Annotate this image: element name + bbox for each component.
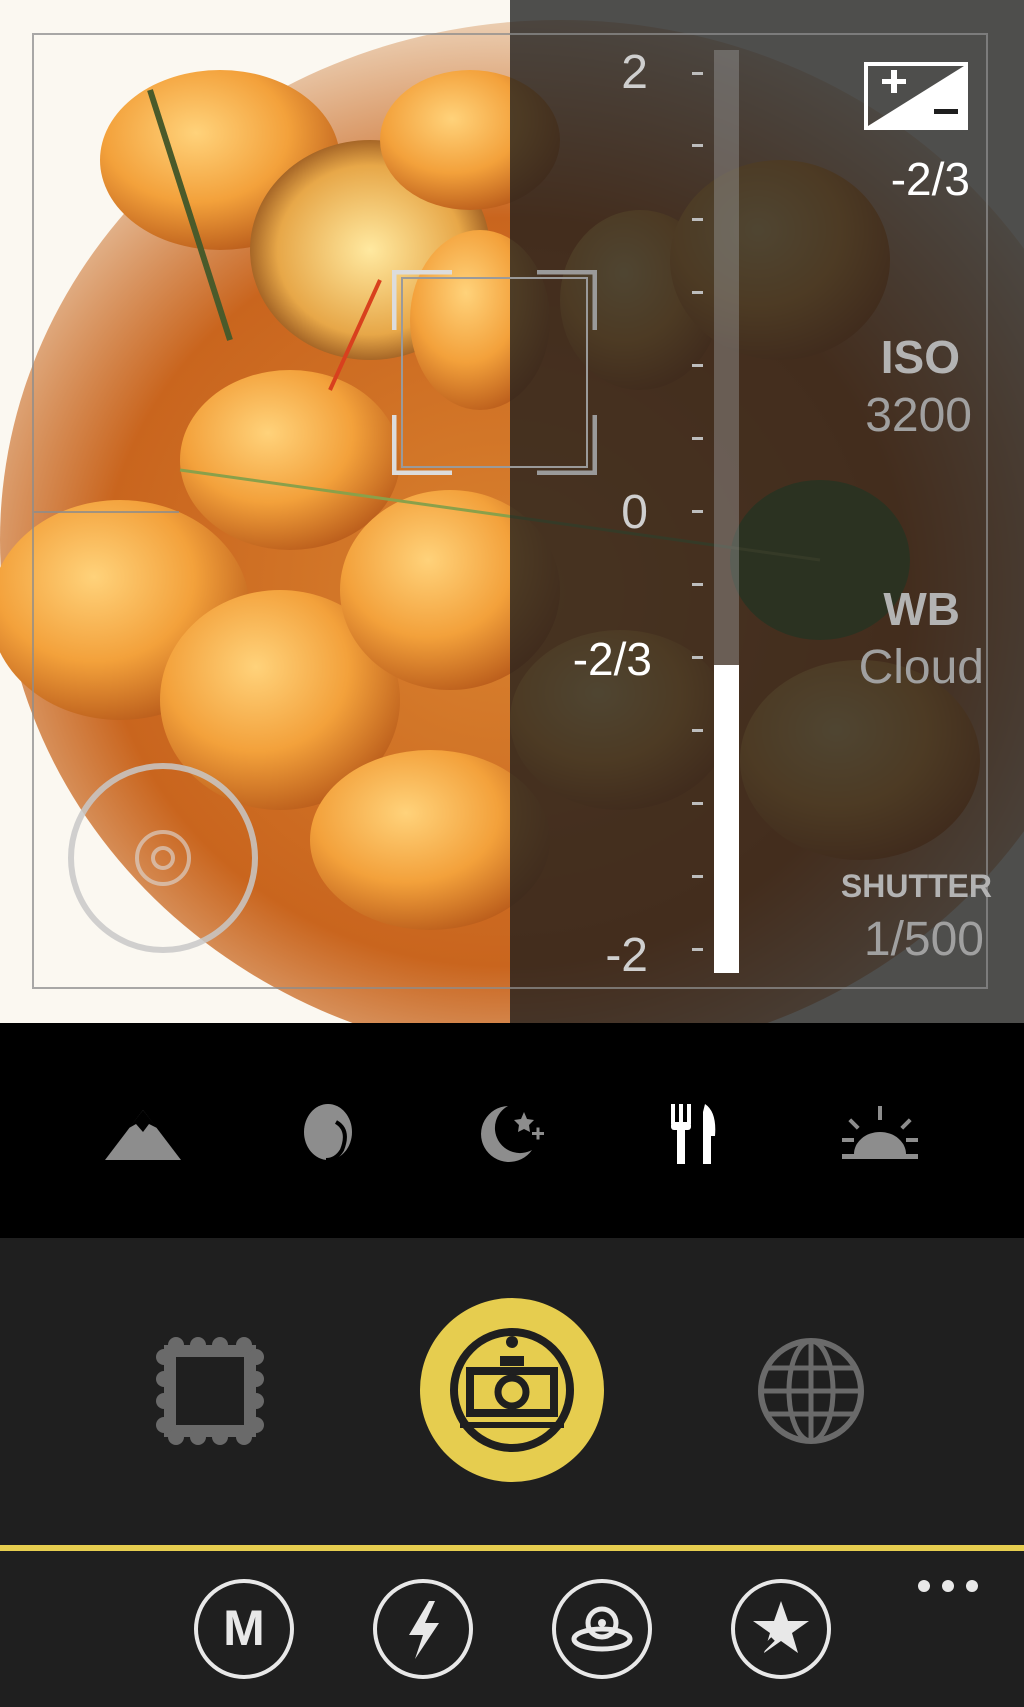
exposure-tick — [692, 144, 703, 147]
exposure-tick — [692, 729, 703, 732]
self-timer-icon — [571, 1606, 633, 1652]
food-fork-knife-icon[interactable] — [655, 1102, 735, 1166]
self-timer-button[interactable] — [552, 1579, 652, 1679]
shutter-speed-label[interactable]: SHUTTER — [772, 868, 992, 905]
manual-m-label: M — [223, 1600, 265, 1656]
effects-star-icon — [753, 1601, 809, 1657]
exposure-min-label: -2 — [605, 929, 648, 982]
exposure-slider-fill[interactable] — [714, 665, 739, 973]
shutter-speed-value[interactable]: 1/500 — [784, 912, 984, 967]
manual-m-icon: M — [223, 1600, 265, 1656]
focus-brackets[interactable] — [392, 270, 597, 475]
iso-label[interactable]: ISO — [800, 330, 960, 384]
white-balance-value[interactable]: Cloud — [784, 640, 984, 695]
exposure-tick — [692, 437, 703, 440]
manual-mode-button[interactable]: M — [194, 1579, 294, 1679]
exposure-tick — [692, 291, 703, 294]
on-screen-shutter-button[interactable] — [68, 763, 258, 953]
globe-icon[interactable] — [756, 1336, 866, 1446]
exposure-value[interactable]: -2/3 — [850, 152, 970, 206]
flash-icon — [409, 1601, 439, 1659]
frame-stamp-icon[interactable] — [156, 1337, 264, 1445]
exposure-tick — [692, 510, 703, 513]
exposure-tick — [692, 656, 703, 659]
exposure-tick — [692, 802, 703, 805]
exposure-tick — [692, 364, 703, 367]
exposure-tick — [692, 72, 703, 75]
portrait-icon[interactable] — [292, 1102, 372, 1166]
iso-value[interactable]: 3200 — [792, 388, 972, 443]
camera-icon — [450, 1328, 574, 1452]
flash-button[interactable] — [373, 1579, 473, 1679]
night-moon-stars-icon[interactable] — [470, 1102, 550, 1166]
white-balance-label[interactable]: WB — [800, 582, 960, 636]
exposure-max-label: 2 — [621, 46, 648, 99]
camera-icon — [135, 830, 191, 886]
effects-button[interactable] — [731, 1579, 831, 1679]
mountain-landscape-icon[interactable] — [103, 1102, 183, 1166]
exposure-zero-label: 0 — [621, 486, 648, 539]
ellipsis-icon[interactable] — [912, 1575, 992, 1595]
exposure-tick — [692, 948, 703, 951]
composition-grid-line — [34, 511, 179, 513]
sunset-icon[interactable] — [840, 1102, 920, 1166]
camera-viewfinder[interactable]: 2 0 -2/3 -2 -2/3 ISO 3200 WB Cloud SHUTT… — [0, 0, 1024, 1023]
exposure-current-label: -2/3 — [572, 633, 652, 685]
camera-mode-button[interactable] — [420, 1298, 604, 1482]
exposure-tick — [692, 875, 703, 878]
exposure-tick — [692, 218, 703, 221]
exposure-tick — [692, 583, 703, 586]
app-bar — [0, 1551, 1024, 1707]
exposure-compensation-icon[interactable] — [864, 62, 968, 130]
